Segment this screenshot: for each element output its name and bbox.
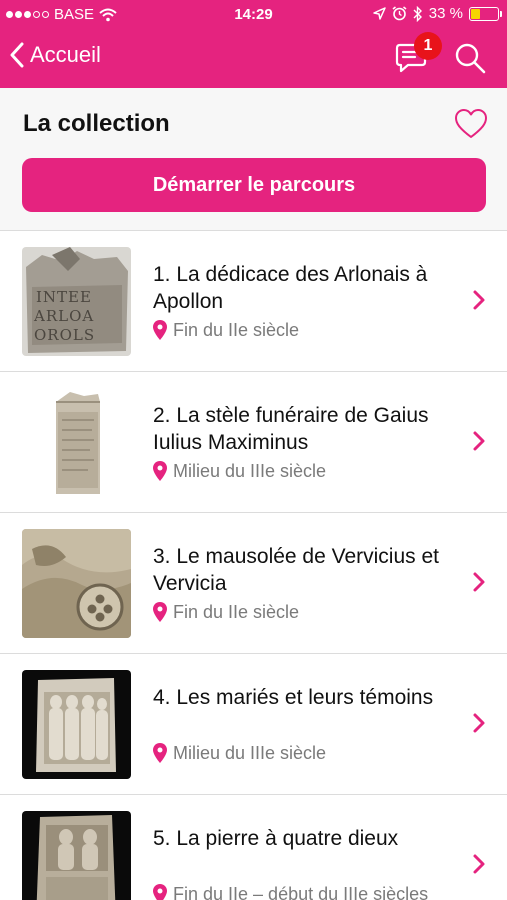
status-right: 33 %: [373, 5, 502, 22]
item-period-label: Fin du IIe siècle: [173, 602, 300, 622]
chevron-right-icon: [473, 854, 485, 874]
item-period-label: Milieu du IIIe siècle: [173, 461, 327, 481]
back-label: Accueil: [30, 42, 101, 67]
location-pin-icon: [153, 602, 167, 622]
list-item[interactable]: 4. Les mariés et leurs témoins Milieu du…: [0, 654, 507, 795]
list-item[interactable]: 5. La pierre à quatre dieux Fin du IIe –…: [0, 795, 507, 900]
search-icon: [455, 43, 486, 74]
svg-text:INTEE: INTEE: [36, 288, 92, 306]
collection-header: La collection Démarrer le parcours: [0, 88, 507, 231]
heart-icon: [455, 109, 487, 138]
relief-wheel-thumbnail: [22, 529, 131, 638]
alarm-clock-icon: [392, 6, 407, 21]
item-period-label: Fin du IIe siècle: [173, 320, 300, 340]
item-period: Fin du IIe siècle: [153, 601, 458, 623]
start-tour-button[interactable]: Démarrer le parcours: [22, 158, 486, 212]
chevron-left-icon: [10, 42, 24, 68]
svg-text:OROLS: OROLS: [34, 326, 95, 344]
item-period-label: Milieu du IIIe siècle: [173, 743, 327, 763]
item-title: 3. Le mausolée de Vervicius et Vervicia: [153, 545, 440, 595]
item-title: 1. La dédicace des Arlonais à Apollon: [153, 263, 428, 313]
svg-text:ARLOA: ARLOA: [33, 307, 94, 325]
favorite-button[interactable]: [454, 108, 488, 140]
location-pin-icon: [153, 320, 167, 340]
location-pin-icon: [153, 743, 167, 763]
stone-inscription-thumbnail: INTEE ARLOA OROLS: [22, 247, 131, 356]
location-pin-icon: [153, 461, 167, 481]
item-period: Milieu du IIIe siècle: [153, 460, 458, 482]
chevron-right-icon: [473, 572, 485, 592]
search-button[interactable]: [452, 40, 488, 76]
figures-relief-thumbnail: [22, 670, 131, 779]
battery-icon: [469, 6, 502, 21]
battery-percent: 33 %: [428, 5, 463, 22]
list-item[interactable]: INTEE ARLOA OROLS 1. La dédicace des Arl…: [0, 231, 507, 372]
item-title: 5. La pierre à quatre dieux: [153, 827, 399, 850]
stele-thumbnail: [22, 388, 131, 497]
back-button[interactable]: Accueil: [10, 42, 101, 68]
list-item[interactable]: 3. Le mausolée de Vervicius et Vervicia …: [0, 513, 507, 654]
bluetooth-icon: [413, 5, 422, 22]
location-arrow-icon: [373, 7, 386, 20]
chevron-right-icon: [473, 431, 485, 451]
item-title: 2. La stèle funéraire de Gaius Iulius Ma…: [153, 404, 429, 454]
list-item[interactable]: 2. La stèle funéraire de Gaius Iulius Ma…: [0, 372, 507, 513]
chevron-right-icon: [473, 713, 485, 733]
item-period: Fin du IIe – début du IIIe siècles: [153, 883, 458, 900]
nav-bar: Accueil 1: [0, 30, 507, 88]
location-pin-icon: [153, 884, 167, 900]
notification-badge: 1: [414, 32, 442, 60]
page-title: La collection: [23, 110, 170, 137]
item-period: Fin du IIe siècle: [153, 319, 458, 341]
item-period-label: Fin du IIe – début du IIIe siècles: [173, 884, 429, 900]
chevron-right-icon: [473, 290, 485, 310]
collection-list: INTEE ARLOA OROLS 1. La dédicace des Arl…: [0, 231, 507, 900]
status-bar: BASE 14:29 33 %: [0, 0, 507, 30]
item-title: 4. Les mariés et leurs témoins: [153, 686, 434, 709]
four-gods-stone-thumbnail: [22, 811, 131, 900]
item-period: Milieu du IIIe siècle: [153, 742, 458, 764]
